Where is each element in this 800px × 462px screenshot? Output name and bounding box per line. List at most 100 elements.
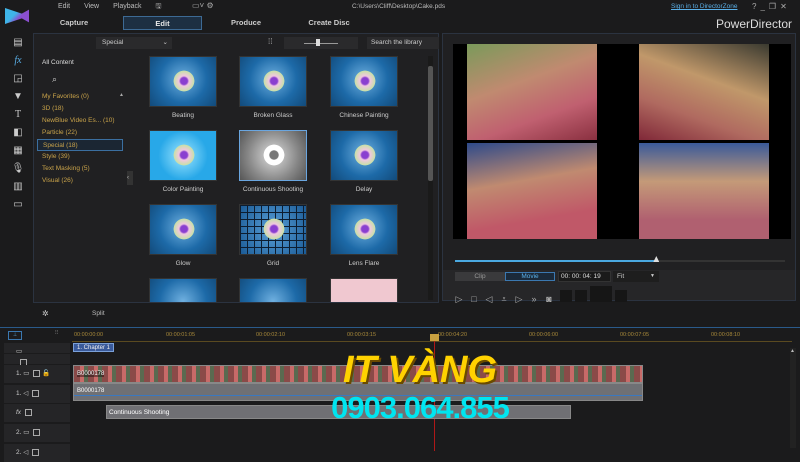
category-scrollbar[interactable]: ▲ — [119, 92, 124, 299]
volume-button[interactable] — [559, 290, 572, 302]
video-frame — [639, 143, 769, 239]
restore-button[interactable]: ❐ — [769, 2, 780, 11]
app-name: PowerDirector — [715, 17, 792, 31]
category-item-selected[interactable]: Special (18) — [37, 139, 123, 151]
search-input[interactable]: Search the library — [367, 37, 439, 49]
subtitle-room-icon[interactable]: ▭ — [10, 198, 26, 212]
track-enable-checkbox[interactable] — [25, 408, 33, 416]
video-preview — [453, 44, 791, 239]
clip-mode-button[interactable]: Clip — [455, 272, 505, 281]
fx-tools-icon[interactable]: ✲ — [42, 309, 49, 318]
ruler-tick: 00:00:00:00 — [74, 332, 104, 338]
dock-button[interactable] — [574, 290, 587, 302]
grid-view-icon[interactable]: ⁞⁞ — [268, 37, 272, 46]
slider-handle[interactable] — [653, 256, 660, 262]
add-favorite-icon[interactable]: ⌕ — [52, 74, 57, 85]
clip-name: B0000178 — [77, 388, 105, 394]
all-content[interactable]: All Content — [42, 59, 74, 66]
menu-playback[interactable]: Playback — [113, 3, 141, 10]
previous-frame-icon[interactable]: ◁ — [483, 293, 495, 305]
minimize-button[interactable]: _ — [760, 2, 768, 11]
effects-scrollbar[interactable] — [428, 56, 433, 300]
tab-create-disc[interactable]: Create Disc — [300, 16, 358, 30]
chapter-marker[interactable]: 1. Chapter 1 — [73, 343, 115, 352]
category-item[interactable]: Visual (26) — [37, 175, 123, 187]
effect-item[interactable]: Glow — [149, 204, 217, 267]
chevron-down-icon: ⌄ — [162, 39, 168, 46]
play-icon[interactable]: ▷ — [453, 293, 465, 305]
watermark-phone: 0903.064.855 — [331, 390, 510, 425]
effect-label: Glow — [175, 260, 191, 267]
effect-label: Grid — [266, 260, 280, 267]
split-marker-icon[interactable]: ⩡ — [498, 293, 510, 305]
track-enable-checkbox[interactable] — [33, 369, 41, 377]
transition-room-icon[interactable]: ◧ — [10, 126, 26, 140]
timeline-mode-button[interactable]: ⊥ — [8, 331, 22, 340]
menu-view[interactable]: View — [84, 3, 99, 10]
category-item[interactable]: My Favorites (0) — [37, 91, 123, 103]
timeline-scrollbar[interactable]: ▲ — [790, 348, 796, 448]
effect-item[interactable] — [330, 278, 398, 302]
effect-item[interactable]: Lens Flare — [330, 204, 398, 267]
fit-timeline-icon[interactable]: ⫶⫶ — [55, 330, 58, 337]
preview-panel: Clip Movie 00: 00: 04: 19 Fit ▼ ▷ □ ◁ ⩡ ▷» ◙ — [442, 33, 796, 304]
media-room-icon[interactable]: ▤ — [10, 36, 26, 50]
fast-forward-icon[interactable]: » — [528, 293, 540, 305]
playback-slider[interactable] — [455, 256, 785, 262]
close-button[interactable]: ✕ — [780, 2, 791, 11]
effect-item[interactable]: Chinese Painting — [330, 56, 398, 119]
tab-edit[interactable]: Edit — [123, 16, 202, 30]
category-item[interactable]: Text Masking (5) — [37, 163, 123, 175]
dropdown-value: Special — [102, 39, 124, 46]
ruler-tick: 00:00:07:05 — [620, 332, 650, 338]
collapse-panel-button[interactable]: ‹ — [127, 171, 133, 185]
effect-item[interactable]: Broken Glass — [239, 56, 307, 119]
tab-capture[interactable]: Capture — [50, 16, 98, 30]
pip-room-icon[interactable]: ◲ — [10, 72, 26, 86]
zoom-fit-dropdown[interactable]: Fit ▼ — [613, 271, 659, 282]
thumbnail-size-slider[interactable] — [284, 37, 358, 49]
effect-item[interactable]: Grid — [239, 204, 307, 267]
menu-edit[interactable]: Edit — [58, 3, 70, 10]
category-item[interactable]: Style (39) — [37, 151, 123, 163]
display-settings-icon[interactable]: ▭˅ ⚙ — [192, 1, 214, 10]
ruler-tick: 00:00:08:10 — [711, 332, 741, 338]
chapter-room-icon[interactable]: ▥ — [10, 180, 26, 194]
effect-item[interactable] — [149, 278, 217, 302]
next-frame-icon[interactable]: ▷ — [513, 293, 525, 305]
clip-name: Continuous Shooting — [109, 409, 170, 416]
tab-produce[interactable]: Produce — [220, 16, 272, 30]
effect-item-selected[interactable]: Continuous Shooting — [239, 130, 307, 193]
category-item[interactable]: NewBlue Video Es... (10) — [37, 115, 123, 127]
effect-item[interactable]: Color Painting — [149, 130, 217, 193]
audio-mixing-icon[interactable]: ▦ — [10, 144, 26, 158]
preview-quality-button[interactable] — [589, 286, 612, 302]
effect-item[interactable] — [239, 278, 307, 302]
track-enable-checkbox[interactable] — [32, 389, 40, 397]
effect-label: Beating — [171, 112, 195, 119]
sign-in-link[interactable]: Sign in to DirectorZone — [671, 3, 737, 10]
effect-item[interactable]: Beating — [149, 56, 217, 119]
stop-icon[interactable]: □ — [468, 293, 480, 305]
fullscreen-button[interactable] — [614, 290, 627, 302]
movie-mode-button[interactable]: Movie — [505, 272, 555, 281]
voiceover-icon[interactable]: 🎙 — [10, 162, 26, 176]
effect-label: Chinese Painting — [339, 112, 389, 119]
particle-room-icon[interactable]: ▼ — [10, 90, 26, 104]
category-item[interactable]: Particle (22) — [37, 127, 123, 139]
app-logo — [5, 8, 29, 24]
save-icon[interactable]: 🖫 — [156, 3, 162, 10]
category-item[interactable]: 3D (18) — [37, 103, 123, 115]
split-button[interactable]: Split — [92, 310, 105, 317]
lock-icon[interactable]: 🔓 — [42, 370, 50, 377]
fx-room-icon[interactable]: fx — [10, 54, 26, 68]
effect-label: Lens Flare — [348, 260, 380, 267]
track-enable-checkbox[interactable] — [33, 428, 41, 436]
title-room-icon[interactable]: T — [10, 108, 26, 122]
effect-item[interactable]: Delay — [330, 130, 398, 193]
timecode-display[interactable]: 00: 00: 04: 19 — [558, 271, 611, 282]
track-number: 2. — [16, 429, 22, 436]
snapshot-icon[interactable]: ◙ — [543, 293, 555, 305]
category-dropdown[interactable]: Special ⌄ — [96, 37, 172, 49]
chapter-track-header: ▭ — [4, 343, 70, 355]
